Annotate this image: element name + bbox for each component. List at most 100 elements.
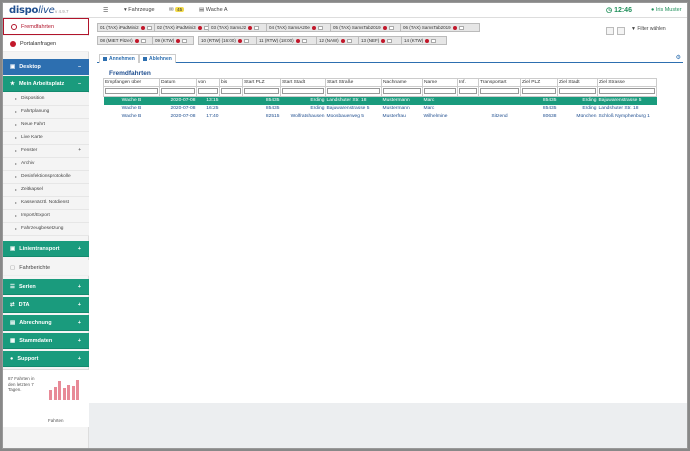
column-header[interactable]: Ziel Strasse bbox=[597, 78, 657, 87]
sidebar-item-portalanfragen[interactable]: Portalanfragen bbox=[3, 36, 89, 52]
column-header[interactable]: Nachname bbox=[381, 78, 423, 87]
sidebar-sub-fahrzeugbesetzung[interactable]: ▸ Fahrzeugbesetzung bbox=[3, 223, 89, 236]
vehicles-menu[interactable]: ▾ Fahrzeuge bbox=[124, 7, 155, 13]
column-filter-input[interactable] bbox=[522, 88, 556, 95]
table-row[interactable]: Wache B 2020-07-08 17:40 82515 Wolfratshause… bbox=[104, 113, 657, 121]
column-header[interactable]: von bbox=[196, 78, 220, 87]
vehicle-button[interactable]: 14 (KTW) bbox=[401, 36, 447, 45]
column-header[interactable]: Start PLZ bbox=[242, 78, 281, 87]
message-icon[interactable] bbox=[254, 25, 260, 30]
column-filter-input[interactable] bbox=[459, 88, 477, 95]
column-filter-input[interactable] bbox=[599, 88, 655, 95]
exchange-icon: ⇄ bbox=[10, 301, 15, 308]
sidebar-sub-desinfektion[interactable]: ▸ Desinfektionsprotokolle bbox=[3, 171, 89, 184]
message-icon[interactable] bbox=[146, 25, 152, 30]
sidebar-sub-fenster[interactable]: ▸ Fenster + bbox=[3, 145, 89, 158]
message-icon[interactable] bbox=[140, 38, 146, 43]
filter-cell bbox=[325, 86, 382, 97]
column-header[interactable]: Name bbox=[422, 78, 458, 87]
column-header[interactable]: Datum bbox=[159, 78, 197, 87]
vehicle-button[interactable]: 01 (TAX) iPadMini2 bbox=[97, 23, 159, 32]
column-filter-input[interactable] bbox=[327, 88, 380, 95]
vehicle-button[interactable]: 08 (MIET Pitzer) bbox=[97, 36, 157, 45]
column-filter-input[interactable] bbox=[198, 88, 218, 95]
message-icon[interactable] bbox=[243, 38, 249, 43]
sidebar-sub-disposition[interactable]: ▸ Disposition bbox=[3, 93, 89, 106]
station-menu[interactable]: ▤ Wache A bbox=[199, 7, 228, 13]
sidebar-sub-fahrtplanung[interactable]: ▸ Fahrtplanung bbox=[3, 106, 89, 119]
filter-select[interactable]: ▼ Filter wählen bbox=[631, 26, 666, 32]
column-header[interactable]: Transportart bbox=[478, 78, 521, 87]
sidebar-item-fremdfahrten[interactable]: Fremdfahrten bbox=[3, 18, 89, 35]
message-icon[interactable] bbox=[387, 38, 393, 43]
vehicle-button[interactable]: 06 (TAX) SamsTab2019 bbox=[400, 23, 480, 32]
column-filter-input[interactable] bbox=[383, 88, 421, 95]
sidebar-item-desktop[interactable]: ▣ Desktop – bbox=[3, 59, 89, 75]
vehicle-button[interactable]: 11 (RTW) (18:00) bbox=[256, 36, 320, 45]
column-filter-input[interactable] bbox=[221, 88, 241, 95]
vehicle-label: 06 (TAX) SamsTab2019 bbox=[403, 25, 451, 30]
sidebar-item-abrechnung[interactable]: ▤ Abrechnung + bbox=[3, 315, 89, 331]
sidebar-sub-archiv[interactable]: ▸ Archiv bbox=[3, 158, 89, 171]
column-filter-input[interactable] bbox=[105, 88, 158, 95]
vehicle-button[interactable]: 13 (NEF) bbox=[358, 36, 404, 45]
column-header[interactable]: Empfangen über bbox=[103, 78, 160, 87]
sidebar-sub-notdienst[interactable]: ▸ Kassenärztl. Notdienst bbox=[3, 197, 89, 210]
column-filter-input[interactable] bbox=[161, 88, 195, 95]
vehicle-button[interactable]: 12 (NAW) bbox=[316, 36, 361, 45]
top-bar: dispolive v 4.9.7 ☰ ▾ Fahrzeuge ✉ 45 ▤ W… bbox=[3, 3, 687, 18]
column-header[interactable]: Start Straße bbox=[325, 78, 382, 87]
messages-button[interactable]: ✉ 45 bbox=[169, 7, 185, 13]
gear-icon[interactable]: ⚙ bbox=[676, 54, 681, 61]
sidebar-item-serien[interactable]: ☰ Serien + bbox=[3, 279, 89, 295]
logo[interactable]: dispolive bbox=[9, 5, 55, 16]
user-menu[interactable]: ● Iris Muster bbox=[651, 7, 682, 13]
filter-cell bbox=[219, 86, 243, 97]
table-cell bbox=[458, 105, 479, 113]
column-filter-input[interactable] bbox=[480, 88, 519, 95]
sidebar-sub-neue-fahrt[interactable]: ▸ Neue Fahrt bbox=[3, 119, 89, 132]
table-row[interactable]: Wache B 2020-07-08 13:15 85435 Erding Landshu… bbox=[103, 96, 657, 105]
message-icon[interactable] bbox=[388, 25, 394, 30]
accept-button[interactable]: Annehmen bbox=[99, 54, 139, 63]
vehicle-button[interactable]: 03 (TAX) SamsJ2 bbox=[208, 23, 270, 32]
column-header[interactable]: Inf. bbox=[457, 78, 479, 87]
message-icon[interactable] bbox=[346, 38, 352, 43]
sidebar-item-stammdaten[interactable]: ▦ Stammdaten + bbox=[3, 333, 89, 349]
sidebar-sub-import-export[interactable]: ▸ Import/Export bbox=[3, 210, 89, 223]
vehicle-button[interactable]: 05 (TAX) SamsTab2019 bbox=[330, 23, 404, 32]
status-dot-icon bbox=[340, 38, 345, 43]
column-header[interactable]: bis bbox=[219, 78, 243, 87]
table-cell bbox=[220, 113, 243, 121]
vehicle-button[interactable]: 04 (TAX) SamsA20e bbox=[266, 23, 334, 32]
column-filter-input[interactable] bbox=[559, 88, 596, 95]
sidebar-item-dta[interactable]: ⇄ DTA + bbox=[3, 297, 89, 313]
column-filter-input[interactable] bbox=[282, 88, 324, 95]
message-icon[interactable] bbox=[317, 25, 323, 30]
status-dot-icon bbox=[176, 38, 181, 43]
filter-toggle-button[interactable] bbox=[606, 27, 614, 35]
column-filter-input[interactable] bbox=[244, 88, 279, 95]
column-header[interactable]: Ziel Stadt bbox=[557, 78, 598, 87]
hamburger-icon[interactable]: ☰ bbox=[103, 7, 108, 14]
reject-button[interactable]: Ablehnen bbox=[139, 54, 176, 63]
sidebar-item-linientransport[interactable]: ▣ Linientransport + bbox=[3, 241, 89, 257]
column-header[interactable]: Ziel PLZ bbox=[520, 78, 558, 87]
vehicle-button[interactable]: 09 (KTW) bbox=[152, 36, 194, 45]
content-background bbox=[89, 403, 687, 448]
column-filter-input[interactable] bbox=[424, 88, 456, 95]
message-icon[interactable] bbox=[458, 25, 464, 30]
message-icon[interactable] bbox=[431, 38, 437, 43]
vehicle-button[interactable]: 10 (RTW) (16:00) bbox=[198, 36, 260, 45]
message-icon[interactable] bbox=[301, 38, 307, 43]
view-toggle-button[interactable] bbox=[617, 27, 625, 35]
sidebar-sub-zeitkapsel[interactable]: ▸ Zeitkapsel bbox=[3, 184, 89, 197]
sidebar-item-support[interactable]: ● Support + bbox=[3, 351, 89, 367]
sidebar-item-mein-arbeitsplatz[interactable]: ★ Mein Arbeitsplatz – bbox=[3, 76, 89, 92]
vehicle-button[interactable]: 02 (TAX) iPadMini3 bbox=[154, 23, 212, 32]
sidebar-item-fahrberichte[interactable]: ▢ Fahrberichte bbox=[3, 260, 89, 276]
sidebar-sub-live-karte[interactable]: ▸ Live Karte bbox=[3, 132, 89, 145]
message-icon[interactable] bbox=[182, 38, 188, 43]
column-header[interactable]: Start Stadt bbox=[280, 78, 326, 87]
table-row[interactable]: Wache B 2020-07-08 16:25 85435 Erding Bajuwar… bbox=[104, 105, 657, 113]
